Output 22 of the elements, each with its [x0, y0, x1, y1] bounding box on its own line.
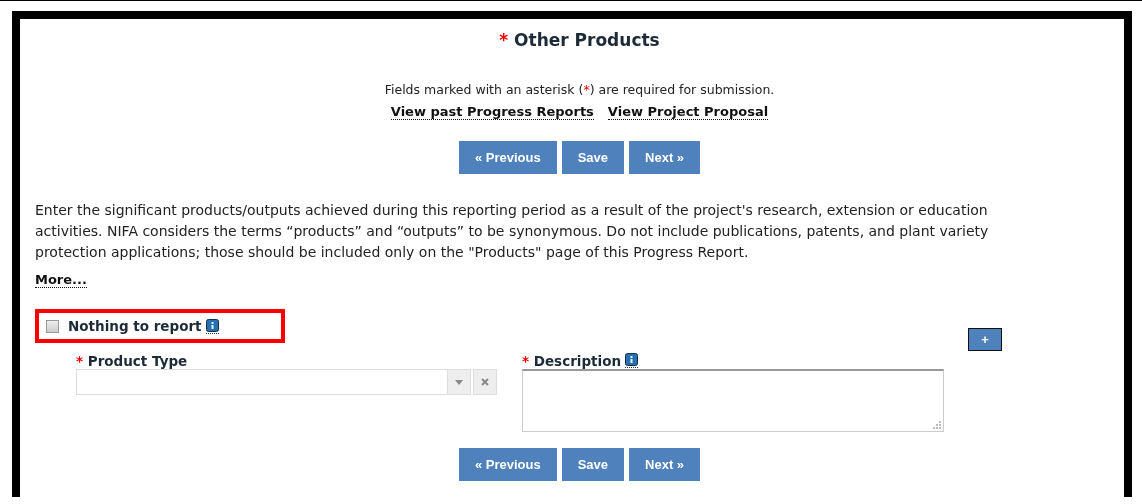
add-button[interactable]: + — [968, 328, 1002, 351]
previous-button[interactable]: « Previous — [458, 448, 557, 481]
page-link[interactable]: View Project Proposal — [607, 104, 769, 120]
previous-button[interactable]: « Previous — [458, 141, 557, 174]
resize-handle-icon[interactable] — [932, 420, 941, 429]
help-icon[interactable] — [625, 353, 639, 368]
next-button[interactable]: Next » — [629, 448, 701, 481]
next-button[interactable]: Next » — [629, 141, 701, 174]
description-field[interactable] — [522, 369, 944, 432]
field-label: * Description — [522, 353, 622, 369]
save-button[interactable]: Save — [561, 141, 625, 174]
more-link[interactable]: More... — [35, 272, 87, 288]
field-label: * Product Type — [76, 353, 188, 369]
clear-icon[interactable] — [473, 369, 497, 395]
required-note: Fields marked with an asterisk (*) are required for submission. — [384, 82, 775, 97]
instructions-text: Enter the significant products/outputs achieved during this reporting period as a result of the project's research, extension or education activities. NIFA considers the terms “products” and “outputs” to be synonymous. Do not include publications, patents, and plant variety protection applications; those should be included only on the "Products" page of this Progress Report. — [35, 201, 990, 262]
help-icon[interactable] — [205, 318, 219, 334]
checkbox-label: Nothing to report — [68, 318, 202, 334]
save-button[interactable]: Save — [561, 448, 625, 481]
checkbox[interactable] — [46, 319, 59, 333]
page-link[interactable]: View past Progress Reports — [390, 104, 594, 120]
page-title: * Other Products — [498, 29, 661, 50]
